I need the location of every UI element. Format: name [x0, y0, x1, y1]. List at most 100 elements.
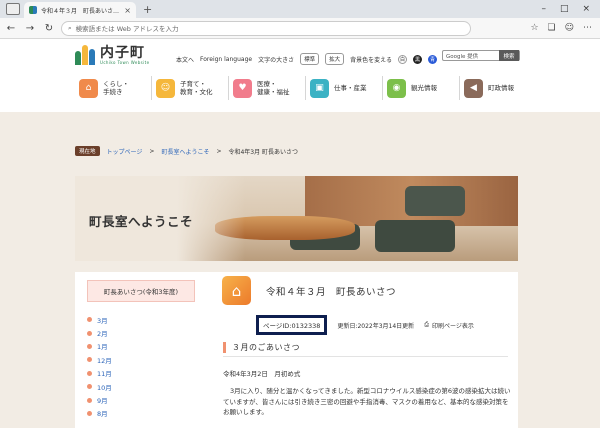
heading-accent-bar: [223, 342, 226, 353]
tab-actions-icon[interactable]: [6, 3, 20, 15]
global-nav: ⌂ くらし・ 手続き ☺ 子育て・ 教育・文化 ♥ 医療・ 健康・福祉 ▣ 仕事…: [75, 76, 537, 100]
site-search-input[interactable]: Google 提供: [443, 52, 499, 60]
search-icon: ⌕: [68, 23, 72, 32]
refresh-icon[interactable]: ↻: [41, 23, 57, 34]
forward-icon[interactable]: →: [22, 23, 38, 34]
font-size-standard-button[interactable]: 標準: [300, 53, 320, 65]
breadcrumb: 現在地 トップページ > 町長室へようこそ > 令和4年3月 町長あいさつ: [75, 146, 298, 156]
page-viewport: 内子町 Uchiko Town Website 本文へ Foreign lang…: [0, 39, 600, 428]
sidebar-link[interactable]: 10月: [97, 382, 112, 392]
bg-blue-button[interactable]: 青: [427, 54, 437, 64]
bullet-icon: [87, 317, 92, 323]
site-header: 内子町 Uchiko Town Website 本文へ Foreign lang…: [0, 39, 600, 112]
sidebar-link[interactable]: 3月: [97, 315, 108, 325]
sidebar-link[interactable]: 8月: [97, 408, 108, 418]
hero-banner: 町長室へようこそ: [75, 176, 518, 261]
article-date: 令和4年3月2日 月初め式: [223, 370, 301, 378]
sofa-image: [375, 220, 455, 252]
bullet-icon: [87, 343, 92, 349]
gnav-item-childcare[interactable]: ☺ 子育て・ 教育・文化: [152, 76, 229, 100]
sidebar: 町長あいさつ(令和3年度) 3月 2月 1月 12月 11月 10月 9月 8月: [75, 272, 208, 428]
gnav-item-tourism[interactable]: ◉ 観光情報: [383, 76, 460, 100]
breadcrumb-link-top[interactable]: トップページ: [107, 147, 143, 156]
gnav-item-living[interactable]: ⌂ くらし・ 手続き: [75, 76, 152, 100]
bullet-icon: [87, 410, 92, 416]
baby-icon: ☺: [156, 78, 175, 98]
article-meta: ページID:0132338 更新日:2022年3月14日更新 ⎙ 印刷ページ表示: [256, 315, 474, 335]
gnav-label: くらし・ 手続き: [103, 79, 129, 97]
gnav-label: 観光情報: [411, 83, 437, 92]
page-id: ページID:0132338: [256, 315, 328, 335]
tab-close-icon[interactable]: ×: [124, 6, 131, 15]
browser-tab-bar: 令和４年３月 町長あいさつ - 内 × + – □ ×: [0, 0, 600, 18]
mayor-room-icon: ⌂: [222, 276, 251, 305]
bg-black-button[interactable]: 黒: [412, 54, 422, 64]
printer-icon: ⎙: [424, 321, 429, 328]
print-label: 印刷ページ表示: [432, 322, 474, 330]
sidebar-link[interactable]: 12月: [97, 355, 112, 365]
gnav-label: 仕事・産業: [334, 83, 367, 92]
article-body: 3月に入り、随分と温かくなってきました。新型コロナウイルス感染症の第6波の感染拡…: [223, 387, 511, 416]
gnav-item-health[interactable]: ♥ 医療・ 健康・福祉: [229, 76, 306, 100]
sofa-image: [405, 186, 465, 216]
browser-tab[interactable]: 令和４年３月 町長あいさつ - 内 ×: [24, 2, 136, 18]
favorite-star-icon[interactable]: ☆: [530, 23, 538, 33]
foreign-language-link[interactable]: Foreign language: [200, 56, 252, 63]
list-item[interactable]: 11月: [87, 367, 196, 380]
window-controls: – □ ×: [541, 4, 600, 18]
address-placeholder: 検索語または Web アドレスを入力: [75, 25, 179, 33]
breadcrumb-link-mayor-room[interactable]: 町長室へようこそ: [161, 147, 209, 156]
gnav-label: 子育て・ 教育・文化: [180, 79, 213, 97]
camera-icon: ◉: [387, 78, 406, 98]
minimize-icon[interactable]: –: [541, 4, 546, 14]
house-icon: ⌂: [79, 78, 98, 98]
site-favicon-icon: [29, 6, 37, 14]
site-search: Google 提供 検索: [442, 50, 520, 61]
profile-icon[interactable]: ☺: [565, 23, 574, 33]
list-item[interactable]: 2月: [87, 326, 196, 339]
section-heading: ３月のごあいさつ: [223, 342, 300, 353]
list-item[interactable]: 9月: [87, 393, 196, 406]
logo-mark-icon: [75, 45, 95, 65]
site-search-button[interactable]: 検索: [499, 50, 519, 61]
browser-toolbar: ← → ↻ ⌕ 検索語または Web アドレスを入力 ☆ ❏ ☺ ⋯: [0, 18, 600, 39]
sidebar-heading: 町長あいさつ(令和3年度): [87, 280, 195, 302]
gnav-label: 町政情報: [488, 83, 514, 92]
page-title: 令和４年３月 町長あいさつ: [266, 287, 397, 298]
bullet-icon: [87, 330, 92, 336]
sidebar-link[interactable]: 1月: [97, 341, 108, 351]
bullet-icon: [87, 357, 92, 363]
breadcrumb-separator: >: [149, 147, 155, 155]
site-subtitle: Uchiko Town Website: [100, 59, 150, 65]
sidebar-link[interactable]: 9月: [97, 395, 108, 405]
skip-to-content-link[interactable]: 本文へ: [176, 55, 194, 64]
gnav-item-work[interactable]: ▣ 仕事・産業: [306, 76, 383, 100]
sidebar-list: 3月 2月 1月 12月 11月 10月 9月 8月: [87, 313, 196, 420]
list-item[interactable]: 1月: [87, 340, 196, 353]
list-item[interactable]: 3月: [87, 313, 196, 326]
bullet-icon: [87, 370, 92, 376]
list-item[interactable]: 8月: [87, 407, 196, 420]
sidebar-link[interactable]: 11月: [97, 368, 112, 378]
close-window-icon[interactable]: ×: [582, 4, 590, 14]
settings-more-icon[interactable]: ⋯: [583, 23, 592, 33]
site-logo[interactable]: 内子町 Uchiko Town Website: [75, 45, 150, 65]
font-size-label: 文字の大きさ: [258, 56, 295, 64]
briefcase-icon: ▣: [310, 78, 329, 98]
gnav-item-government[interactable]: ◀ 町政情報: [460, 76, 537, 100]
font-size-large-button[interactable]: 拡大: [325, 53, 345, 65]
address-bar[interactable]: ⌕ 検索語または Web アドレスを入力: [61, 20, 471, 36]
maximize-icon[interactable]: □: [560, 4, 569, 14]
new-tab-button[interactable]: +: [143, 3, 152, 16]
bg-white-button[interactable]: 白: [397, 54, 407, 64]
back-icon[interactable]: ←: [3, 23, 19, 34]
list-item[interactable]: 10月: [87, 380, 196, 393]
list-item[interactable]: 12月: [87, 353, 196, 366]
sidebar-link[interactable]: 2月: [97, 328, 108, 338]
bg-color-label: 背景色を変える: [350, 56, 392, 64]
print-link[interactable]: ⎙ 印刷ページ表示: [424, 321, 474, 330]
toolbar-actions: ☆ ❏ ☺ ⋯: [530, 23, 600, 33]
tab-title: 令和４年３月 町長あいさつ - 内: [41, 7, 120, 15]
breadcrumb-current: 令和4年3月 町長あいさつ: [228, 148, 299, 156]
collections-icon[interactable]: ❏: [548, 23, 556, 33]
